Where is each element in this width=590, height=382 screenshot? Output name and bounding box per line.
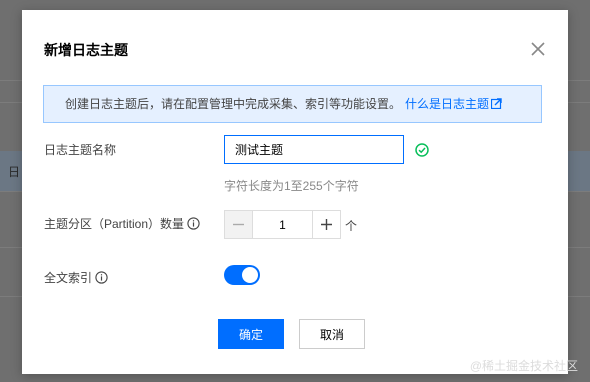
cancel-button[interactable]: 取消 (299, 319, 365, 349)
what-is-log-topic-link[interactable]: 什么是日志主题 (405, 97, 502, 111)
minus-icon (233, 223, 244, 226)
partition-count-label: 主题分区（Partition）数量 (44, 215, 200, 232)
partition-count-label-text: 主题分区（Partition）数量 (44, 217, 185, 231)
fulltext-index-label-text: 全文索引 (44, 271, 93, 285)
topic-name-label: 日志主题名称 (44, 143, 117, 157)
background-selected-row-end (568, 151, 590, 191)
dialog-title: 新增日志主题 (44, 42, 128, 58)
notice-text: 创建日志主题后，请在配置管理中完成采集、索引等功能设置。 (65, 97, 402, 111)
increment-button[interactable] (312, 210, 341, 239)
info-icon[interactable] (187, 217, 200, 230)
plus-icon (321, 219, 332, 230)
fulltext-index-toggle[interactable] (224, 265, 260, 285)
partition-unit: 个 (345, 219, 358, 233)
notice-link-text: 什么是日志主题 (405, 97, 490, 111)
topic-name-hint: 字符长度为1至255个字符 (224, 179, 359, 193)
partition-count-input[interactable] (253, 210, 312, 239)
watermark: @稀土掘金技术社区 (469, 359, 578, 373)
toggle-knob (242, 267, 258, 283)
partition-stepper (224, 210, 341, 239)
external-link-icon (491, 98, 502, 109)
decrement-button[interactable] (224, 210, 253, 239)
create-log-topic-dialog: 新增日志主题 创建日志主题后，请在配置管理中完成采集、索引等功能设置。 什么是日志… (22, 10, 568, 374)
confirm-button[interactable]: 确定 (218, 319, 284, 349)
background-row-text: 日 (8, 165, 21, 179)
info-icon[interactable] (95, 271, 108, 284)
close-button[interactable] (527, 38, 549, 60)
topic-name-input[interactable] (224, 135, 404, 164)
fulltext-index-label: 全文索引 (44, 269, 108, 286)
check-circle-icon (415, 143, 429, 157)
close-icon (531, 42, 545, 56)
info-notice: 创建日志主题后，请在配置管理中完成采集、索引等功能设置。 什么是日志主题 (43, 85, 542, 123)
